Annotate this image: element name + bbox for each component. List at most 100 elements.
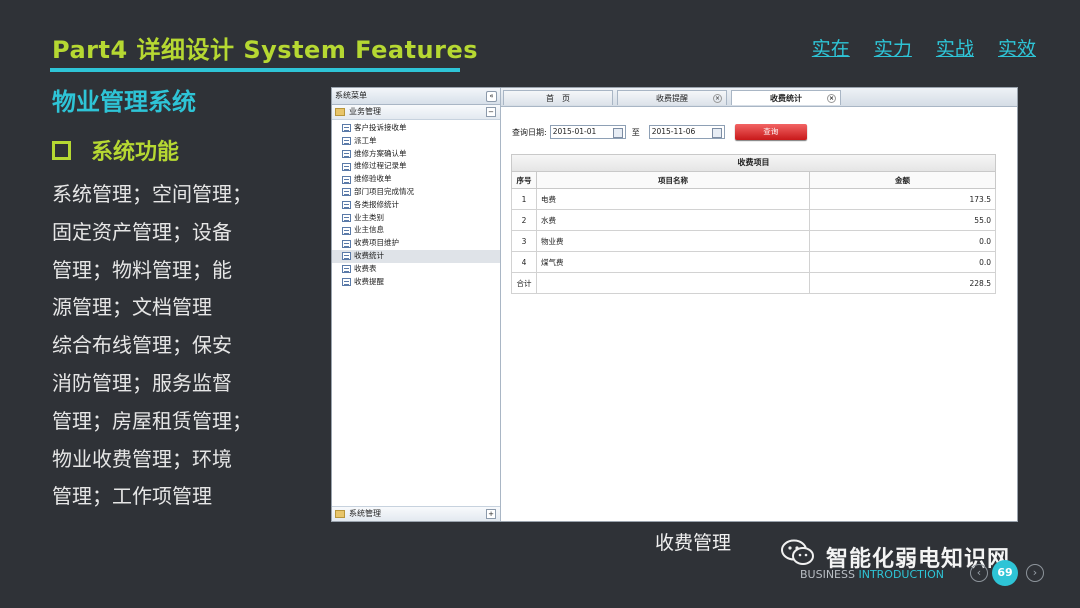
sidebar-item-label: 维修方案确认单 [354, 148, 407, 158]
table-row[interactable]: 2 水费 55.0 [511, 209, 996, 231]
table-row[interactable]: 1 电费 173.5 [511, 188, 996, 210]
close-icon[interactable]: × [713, 94, 722, 103]
slide-subtitle: 物业管理系统 [52, 88, 196, 116]
sidebar-item[interactable]: 业主类别 [332, 212, 500, 225]
table-total-row: 合计 228.5 [511, 272, 996, 294]
tab-home[interactable]: 首 页 [503, 90, 613, 105]
calendar-icon[interactable] [612, 128, 623, 138]
total-amount: 228.5 [809, 272, 996, 294]
sidebar-item-label: 维修验收单 [354, 174, 392, 184]
sidebar-item-label: 业主类别 [354, 212, 384, 222]
fee-table: 收费项目 序号 项目名称 金额 1 电费 173.5 2 水费 55.0 3 物… [511, 154, 996, 294]
row-amount: 55.0 [809, 209, 996, 231]
sidebar: 系统菜单 « 业务管理 − 客户投诉接收单 派工单 维修方案确认单 维修过程记录… [332, 88, 501, 521]
sidebar-header-label: 系统菜单 [335, 91, 367, 100]
document-icon [342, 277, 351, 286]
to-label: 至 [631, 127, 640, 137]
close-icon[interactable]: × [827, 94, 836, 103]
query-button[interactable]: 查询 [734, 124, 807, 140]
document-icon [342, 137, 351, 146]
document-icon [342, 124, 351, 133]
feature-line: 系统管理；空间管理； [52, 182, 252, 206]
row-name: 水费 [536, 209, 810, 231]
wechat-icon [781, 539, 814, 565]
collapse-group-icon[interactable]: − [486, 107, 496, 117]
sidebar-group-system[interactable]: 系统管理 + [332, 506, 500, 521]
title-underline [50, 68, 460, 72]
row-name: 物业费 [536, 230, 810, 252]
top-links: 实在 实力 实战 实效 [794, 34, 1036, 61]
sidebar-item-label: 收费表 [354, 263, 377, 273]
sidebar-item[interactable]: 部门项目完成情况 [332, 186, 500, 199]
previous-icon[interactable]: ‹ [970, 564, 988, 582]
sidebar-item-label: 各类报修统计 [354, 199, 399, 209]
start-date-input[interactable]: 2015-01-01 [549, 125, 626, 139]
tab-fee-reminder[interactable]: 收费提醒 × [617, 90, 727, 105]
tab-fee-statistics[interactable]: 收费统计 × [731, 90, 841, 105]
feature-line: 源管理；文档管理 [52, 295, 212, 320]
group-label: 业务管理 [349, 107, 381, 116]
sidebar-group-business[interactable]: 业务管理 − [332, 105, 500, 120]
total-empty [536, 272, 810, 294]
business-introduction: BUSINESS INTRODUCTION [800, 568, 944, 581]
sidebar-item[interactable]: 业主信息 [332, 224, 500, 237]
table-caption: 收费项目 [511, 154, 996, 171]
document-icon [342, 201, 351, 210]
end-date-input[interactable]: 2015-11-06 [648, 125, 725, 139]
slide-title: Part4 详细设计 System Features [52, 36, 479, 64]
document-icon [342, 252, 351, 261]
feature-line: 管理；房屋租赁管理； [52, 408, 252, 433]
top-link-4[interactable]: 实效 [998, 38, 1036, 60]
group-label: 系统管理 [349, 509, 381, 518]
sidebar-item[interactable]: 维修方案确认单 [332, 148, 500, 161]
sidebar-item[interactable]: 收费表 [332, 263, 500, 276]
sidebar-item[interactable]: 各类报修统计 [332, 199, 500, 212]
biz-prefix: BUSINESS [800, 568, 859, 581]
next-icon[interactable]: › [1026, 564, 1044, 582]
expand-group-icon[interactable]: + [486, 509, 496, 519]
document-icon [342, 226, 351, 235]
top-link-1[interactable]: 实在 [812, 38, 850, 60]
sidebar-item[interactable]: 维修验收单 [332, 173, 500, 186]
row-amount: 173.5 [809, 188, 996, 210]
sidebar-item-label: 客户投诉接收单 [354, 123, 407, 132]
section-heading: 系统功能 [52, 134, 179, 166]
feature-line: 物业收费管理；环境 [52, 446, 232, 471]
header-amount: 金额 [809, 171, 996, 189]
sidebar-item-active[interactable]: 收费统计 [332, 249, 500, 263]
main-panel: 首 页 收费提醒 × 收费统计 × 查询日期: 2015-01-01 至 2015-… [501, 88, 1017, 521]
sidebar-item[interactable]: 维修过程记录单 [332, 160, 500, 173]
calendar-icon[interactable] [711, 128, 722, 138]
row-index: 1 [511, 188, 537, 210]
end-date-value: 2015-11-06 [651, 127, 696, 136]
top-link-2[interactable]: 实力 [874, 38, 912, 60]
row-index: 4 [511, 251, 537, 273]
top-link-3[interactable]: 实战 [936, 38, 974, 60]
start-date-value: 2015-01-01 [552, 127, 597, 136]
square-bullet-icon [52, 140, 71, 160]
table-row[interactable]: 3 物业费 0.0 [511, 230, 996, 252]
sidebar-item-label: 收费提醒 [354, 276, 384, 286]
sidebar-menu: 客户投诉接收单 派工单 维修方案确认单 维修过程记录单 维修验收单 部门项目完成… [332, 122, 500, 288]
tab-bar: 首 页 收费提醒 × 收费统计 × [501, 88, 1017, 107]
row-amount: 0.0 [809, 230, 996, 252]
document-icon [342, 149, 351, 158]
feature-line: 综合布线管理；保安 [52, 333, 232, 358]
feature-line: 管理；工作项管理 [52, 484, 212, 509]
table-row[interactable]: 4 煤气费 0.0 [511, 251, 996, 273]
app-window: 系统菜单 « 业务管理 − 客户投诉接收单 派工单 维修方案确认单 维修过程记录… [331, 87, 1018, 522]
sidebar-item-label: 业主信息 [354, 225, 384, 235]
collapse-icon[interactable]: « [486, 91, 497, 102]
tab-label: 收费统计 [770, 94, 802, 103]
row-index: 3 [511, 230, 537, 252]
sidebar-item[interactable]: 收费提醒 [332, 276, 500, 289]
row-amount: 0.0 [809, 251, 996, 273]
sidebar-item[interactable]: 派工单 [332, 135, 500, 148]
header-index: 序号 [511, 171, 537, 189]
feature-line: 管理；物料管理；能 [52, 257, 232, 282]
query-bar: 查询日期: 2015-01-01 至 2015-11-06 查询 [512, 124, 807, 140]
screenshot-caption: 收费管理 [655, 532, 732, 554]
folder-icon [335, 108, 345, 116]
sidebar-item[interactable]: 客户投诉接收单 [332, 122, 500, 135]
sidebar-item[interactable]: 收费项目维护 [332, 237, 500, 250]
